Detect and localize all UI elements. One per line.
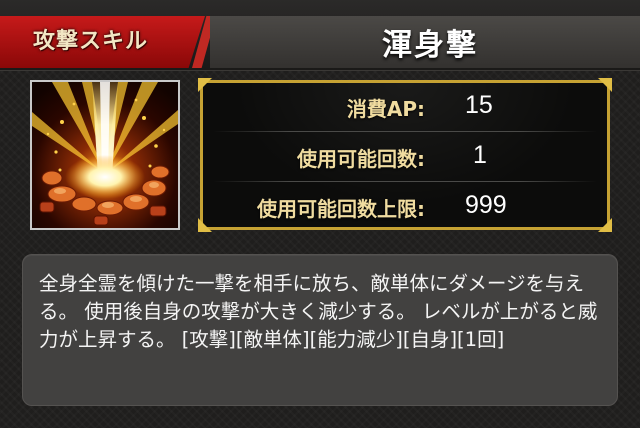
skill-name-title: 渾身撃 (382, 28, 478, 63)
skill-stats-panel: 消費AP: 15 使用可能回数: 1 使用可能回数上限: 999 (198, 78, 612, 232)
stat-value: 15 (465, 91, 493, 119)
stat-label: 消費AP: (346, 97, 425, 121)
fire-burst-icon (30, 80, 180, 230)
stat-value: 999 (465, 191, 507, 219)
skill-description-text: 全身全霊を傾けた一撃を相手に放ち、敵単体にダメージを与える。 使用後自身の攻撃が… (39, 272, 598, 351)
stat-row-uses-remaining: 使用可能回数: 1 (203, 133, 607, 181)
skill-header: 攻撃スキル 渾身撃 (0, 0, 640, 71)
stat-value: 1 (473, 141, 487, 169)
stat-label: 使用可能回数上限: (257, 197, 425, 221)
stat-row-ap-cost: 消費AP: 15 (203, 83, 607, 131)
skill-category-label: 攻撃スキル (33, 29, 149, 54)
fire-burst-illustration (32, 82, 178, 228)
stat-row-uses-max: 使用可能回数上限: 999 (203, 183, 607, 231)
skill-description-box: 全身全霊を傾けた一撃を相手に放ち、敵単体にダメージを与える。 使用後自身の攻撃が… (22, 254, 618, 406)
stat-label: 使用可能回数: (297, 147, 425, 171)
stat-divider (213, 181, 597, 182)
stat-divider (213, 131, 597, 132)
